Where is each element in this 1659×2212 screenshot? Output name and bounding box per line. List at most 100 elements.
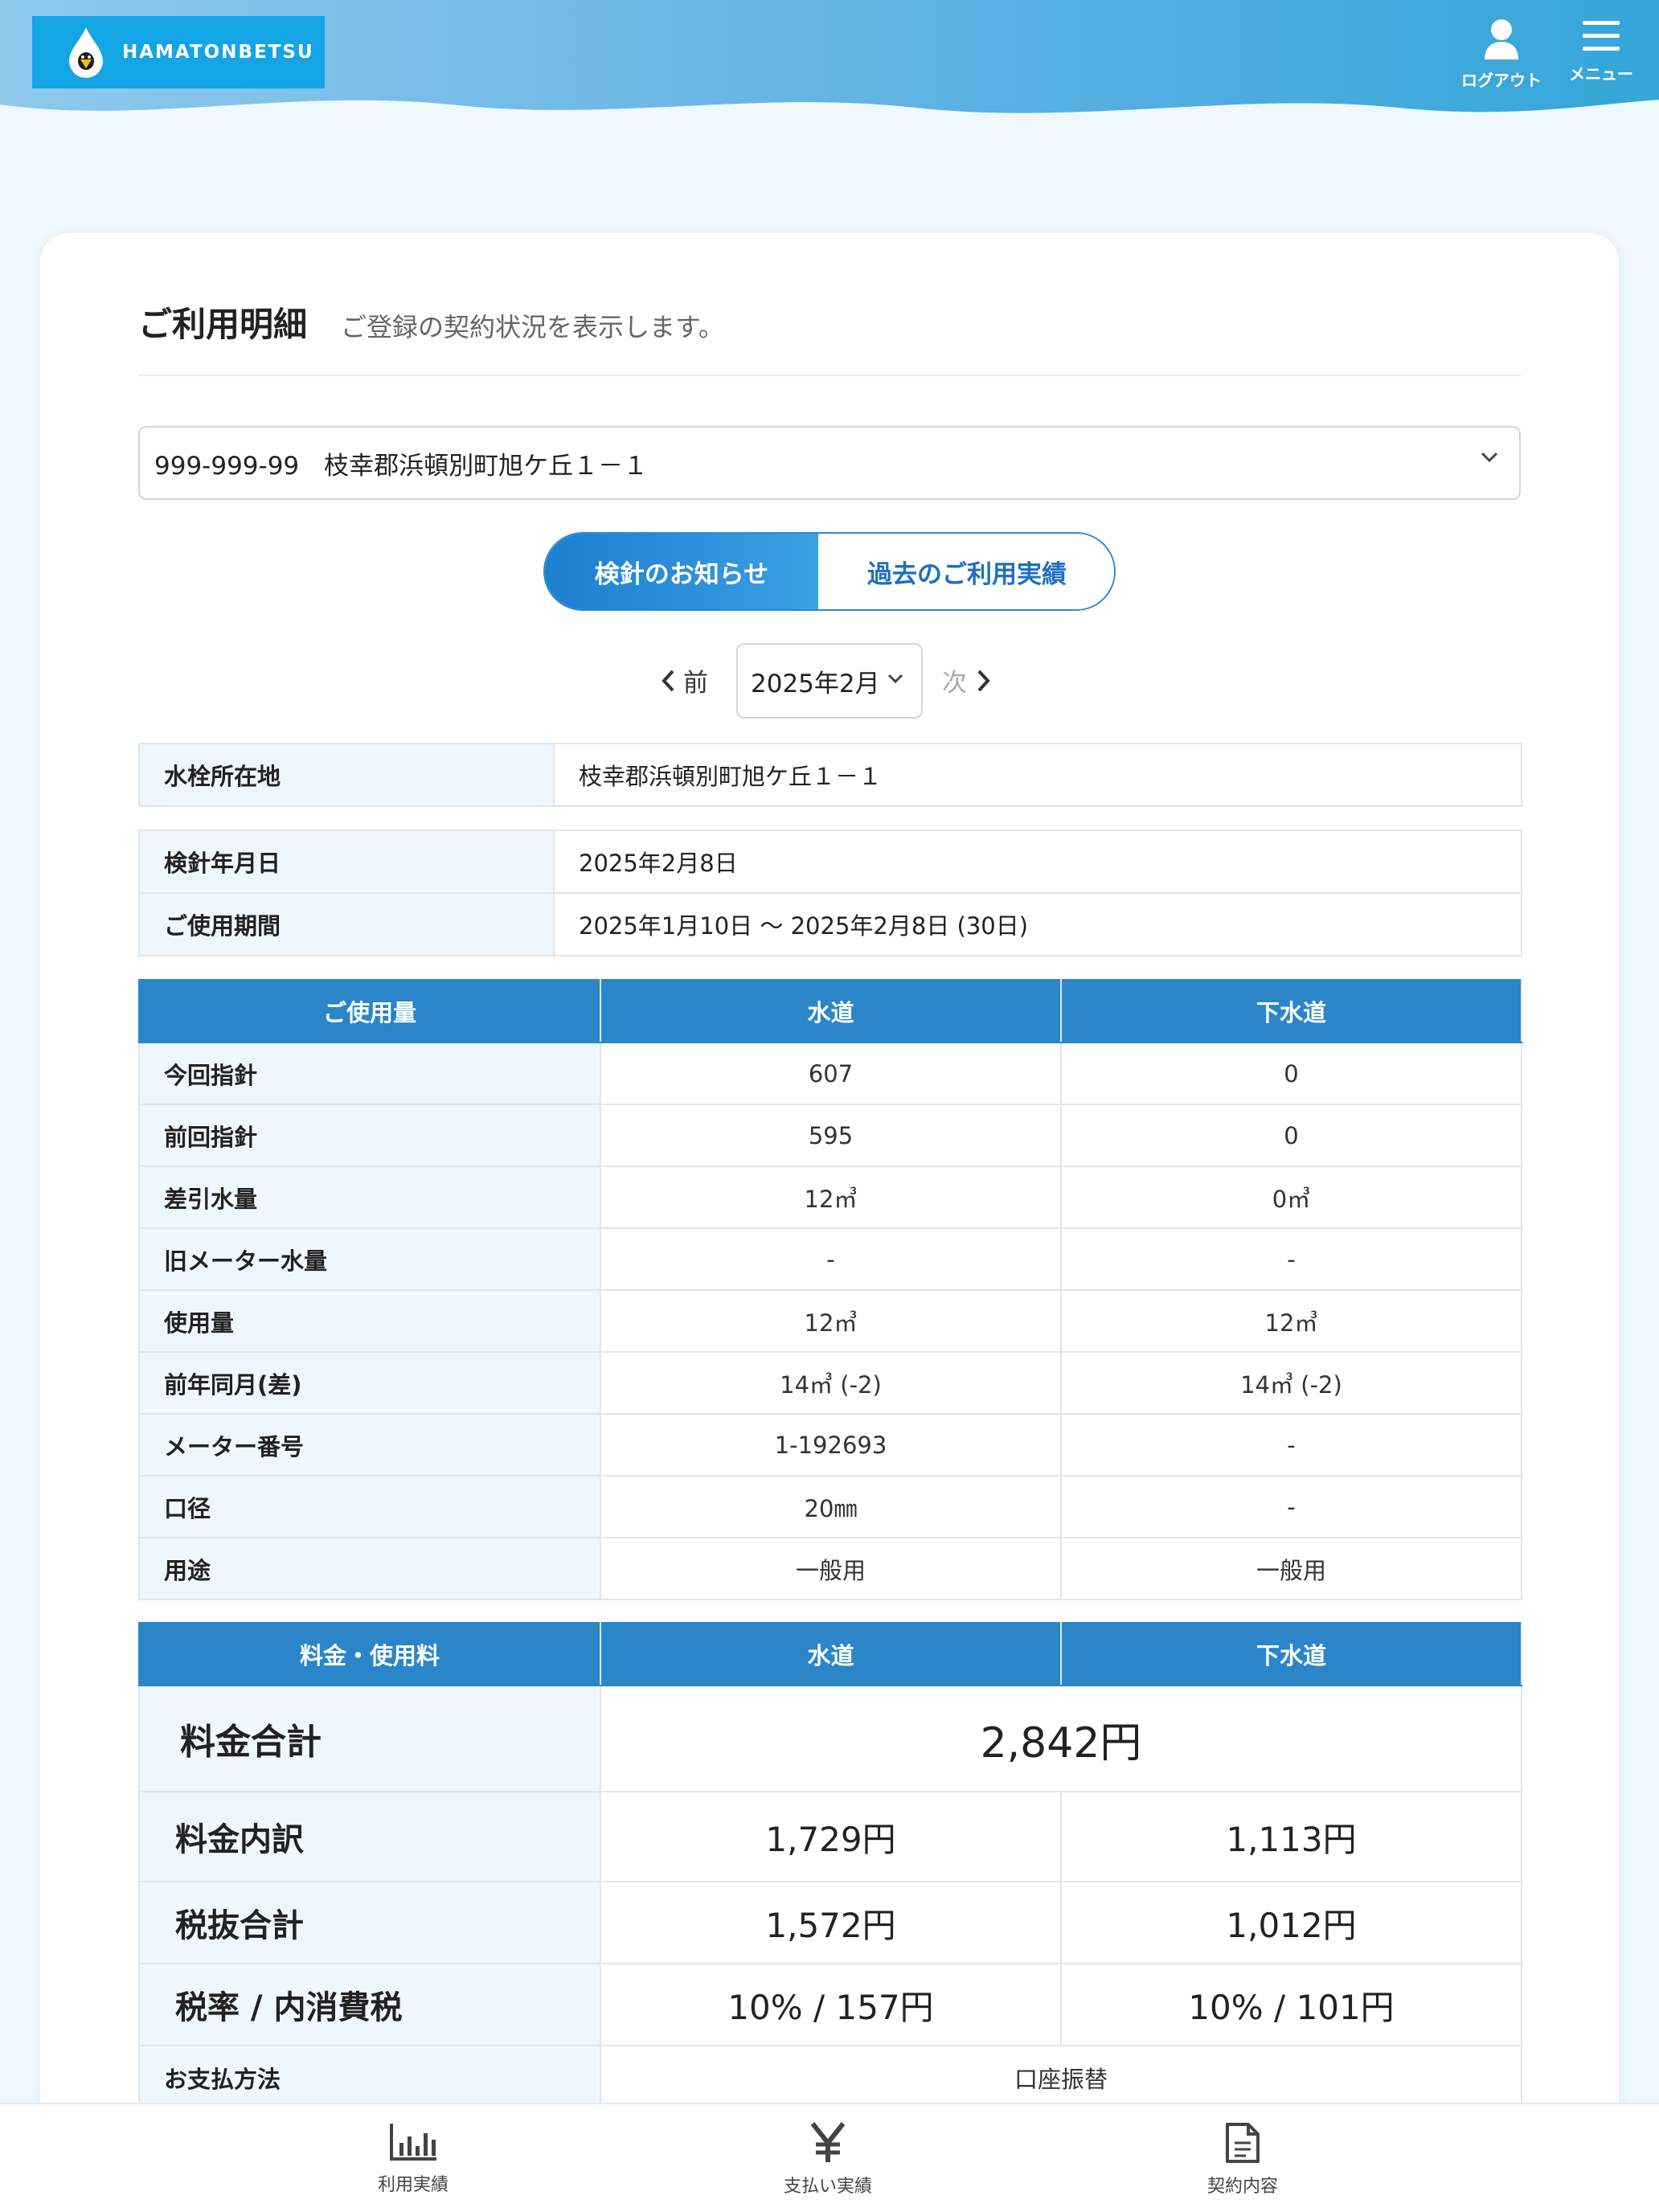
logo-text: HAMATONBETSU [122,42,314,63]
table-row: 今回指針 607 0 [138,1042,1522,1105]
yen-icon [810,2122,846,2162]
bottom-navigation: 利用実績 支払い実績 契約内容 [0,2103,1659,2212]
water-drop-logo-icon [69,27,103,78]
table-header-row: 料金・使用料 水道 下水道 [138,1622,1522,1686]
logo[interactable]: HAMATONBETSU [32,16,325,88]
sewer-value: 0 [1060,1042,1522,1105]
water-value: 595 [600,1104,1062,1167]
total-fee-value: 2,842円 [600,1685,1522,1792]
sewer-header: 下水道 [1060,1622,1522,1686]
usage-header: ご使用量 [138,979,601,1043]
table-row: 使用量 12㎥ 12㎥ [138,1289,1522,1353]
sewer-header: 下水道 [1060,979,1522,1043]
water-value: 1-192693 [600,1413,1062,1477]
prev-month-button[interactable]: 前 [661,662,708,698]
water-value: 20㎜ [600,1475,1062,1538]
sewer-value: 0㎥ [1060,1165,1522,1229]
menu-label: メニュー [1569,64,1633,84]
tab-meter-reading-notice[interactable]: 検針のお知らせ [545,534,818,609]
payment-method-label: お支払方法 [138,2045,601,2111]
row-label: 口径 [138,1475,601,1538]
table-row: 税率 / 内消費税 10% / 157円 10% / 101円 [138,1963,1522,2046]
selected-month: 2025年2月 [751,669,880,698]
title-divider [138,375,1521,376]
reading-date-label: 検針年月日 [138,830,555,894]
header-wave-decoration [0,100,1659,145]
pretax-sewer-value: 1,012円 [1060,1881,1522,1964]
nav-payment-history[interactable]: 支払い実績 [748,2122,908,2198]
sewer-value: - [1060,1475,1522,1538]
tab-past-usage[interactable]: 過去のご利用実績 [818,534,1114,609]
water-value: 一般用 [600,1537,1062,1600]
chevron-down-icon [887,674,903,683]
row-label: 前回指針 [138,1104,601,1167]
usage-period-label: ご使用期間 [138,892,555,956]
reading-date-value: 2025年2月8日 [553,830,1522,894]
table-row: 用途 一般用 一般用 [138,1537,1522,1600]
breakdown-water-value: 1,729円 [600,1791,1062,1882]
reading-table: 検針年月日 2025年2月8日 ご使用期間 2025年1月10日 ～ 2025年… [138,830,1522,956]
chevron-right-icon [977,670,990,691]
menu-button[interactable]: メニュー [1553,18,1649,84]
document-icon [1226,2123,1260,2163]
fee-table: 料金・使用料 水道 下水道 料金合計 2,842円 料金内訳 1,729円 1,… [138,1622,1522,2111]
location-value: 枝幸郡浜頓別町旭ケ丘１－１ [553,743,1522,807]
app-header: HAMATONBETSU ログアウト メニュー [0,0,1659,145]
chevron-left-icon [662,670,674,691]
breakdown-sewer-value: 1,113円 [1060,1791,1522,1882]
contract-address-select[interactable]: 999-999-99 枝幸郡浜頓別町旭ケ丘１－１ [138,426,1521,500]
bar-chart-icon [390,2124,436,2161]
logout-button[interactable]: ログアウト [1453,18,1550,91]
page-subtitle: ご登録の契約状況を表示します。 [341,312,724,342]
tax-label: 税率 / 内消費税 [138,1963,601,2046]
sewer-value: - [1060,1227,1522,1291]
row-label: メーター番号 [138,1413,601,1477]
sewer-value: 一般用 [1060,1537,1522,1600]
view-tabs: 検針のお知らせ 過去のご利用実績 [543,532,1116,611]
tax-sewer-value: 10% / 101円 [1060,1963,1522,2046]
table-row: ご使用期間 2025年1月10日 ～ 2025年2月8日 (30日) [138,892,1522,956]
pretax-water-value: 1,572円 [600,1881,1062,1964]
location-table: 水栓所在地 枝幸郡浜頓別町旭ケ丘１－１ [138,743,1522,807]
water-value: 14㎥ (-2) [600,1351,1062,1415]
month-navigation: 前 2025年2月 次 [0,643,1659,719]
row-label: 前年同月(差) [138,1351,601,1415]
nav-payment-history-label: 支払い実績 [783,2177,872,2197]
next-month-label: 次 [942,669,967,698]
pretax-label: 税抜合計 [138,1881,601,1964]
water-value: - [600,1227,1062,1291]
sewer-value: 14㎥ (-2) [1060,1351,1522,1415]
next-month-button[interactable]: 次 [942,662,991,698]
nav-usage-history-label: 利用実績 [377,2175,449,2195]
table-row: 前回指針 595 0 [138,1104,1522,1167]
table-row: 検針年月日 2025年2月8日 [138,830,1522,894]
usage-table: ご使用量 水道 下水道 今回指針 607 0 前回指針 595 0 差引水量 1… [138,979,1522,1600]
fee-header: 料金・使用料 [138,1622,601,1686]
nav-contract-details[interactable]: 契約内容 [1162,2122,1323,2198]
row-label: 差引水量 [138,1165,601,1229]
table-row: 水栓所在地 枝幸郡浜頓別町旭ケ丘１－１ [138,743,1522,807]
breakdown-label: 料金内訳 [138,1791,601,1882]
total-fee-label: 料金合計 [138,1685,601,1792]
location-label: 水栓所在地 [138,743,555,807]
prev-month-label: 前 [683,669,708,698]
payment-method-value: 口座振替 [600,2045,1522,2111]
sewer-value: 0 [1060,1104,1522,1167]
nav-usage-history[interactable]: 利用実績 [333,2122,494,2196]
user-icon [1485,19,1518,59]
table-row: メーター番号 1-192693 - [138,1413,1522,1477]
row-label: 旧メーター水量 [138,1227,601,1291]
water-value: 607 [600,1042,1062,1105]
table-row: 口径 20㎜ - [138,1475,1522,1538]
month-select[interactable]: 2025年2月 [736,643,923,719]
hamburger-menu-icon [1583,21,1620,51]
sewer-value: 12㎥ [1060,1289,1522,1353]
table-row: 前年同月(差) 14㎥ (-2) 14㎥ (-2) [138,1351,1522,1415]
row-label: 今回指針 [138,1042,601,1105]
chevron-down-icon [1481,452,1498,463]
water-header: 水道 [600,979,1062,1043]
page-title-row: ご利用明細 ご登録の契約状況を表示します。 [138,297,724,346]
usage-period-value: 2025年1月10日 ～ 2025年2月8日 (30日) [553,892,1522,956]
page-title: ご利用明細 [138,305,308,344]
row-label: 用途 [138,1537,601,1600]
